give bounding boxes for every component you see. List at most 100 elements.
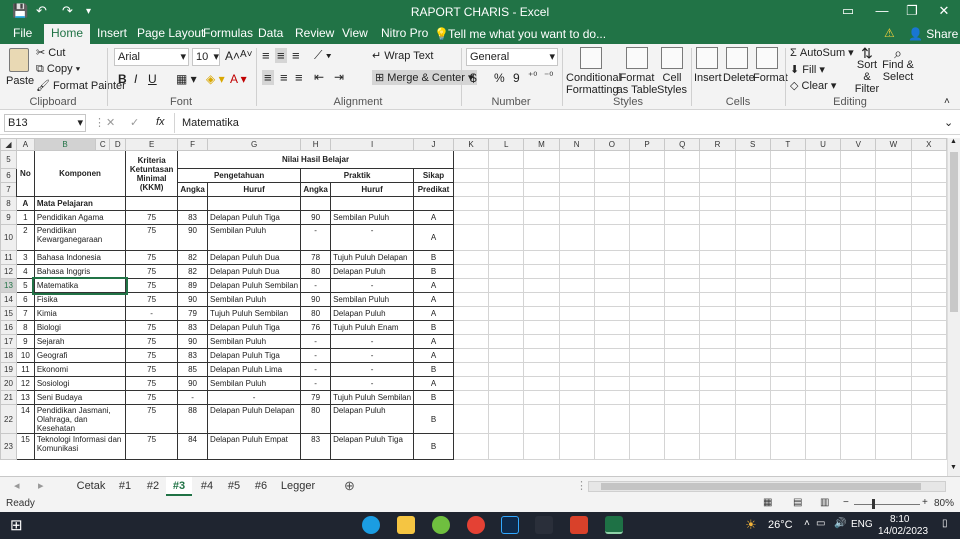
empty-cell[interactable] xyxy=(840,390,877,405)
cell-praktik-huruf[interactable]: Delapan Puluh Tiga xyxy=(330,433,415,460)
empty-cell[interactable] xyxy=(910,390,947,405)
empty-cell[interactable] xyxy=(699,362,736,377)
cell-komponen[interactable]: Teknologi Informasi dan Komunikasi xyxy=(33,433,127,460)
chrome-icon[interactable] xyxy=(467,516,485,534)
empty-cell[interactable] xyxy=(558,210,595,225)
volume-icon[interactable]: 🔊 xyxy=(834,518,846,529)
notification-icon[interactable]: ▯ xyxy=(942,518,948,529)
align-left-icon[interactable]: ≡ xyxy=(262,70,274,85)
empty-cell[interactable] xyxy=(840,404,877,434)
column-header-k[interactable]: K xyxy=(452,138,490,151)
cell-kkm[interactable]: 75 xyxy=(125,264,179,279)
empty-cell[interactable] xyxy=(875,250,912,265)
column-header-b[interactable]: B xyxy=(33,138,97,151)
empty-cell[interactable] xyxy=(734,362,771,377)
empty-cell[interactable] xyxy=(488,390,525,405)
sheet-tab-4[interactable]: #4 xyxy=(194,477,220,496)
clock-date[interactable]: 14/02/2023 xyxy=(878,526,928,537)
cell-praktik-angka[interactable]: 80 xyxy=(300,264,332,279)
empty-cell[interactable] xyxy=(558,404,595,434)
empty-cell[interactable] xyxy=(452,348,490,363)
cell-pengetahuan-angka[interactable]: 83 xyxy=(177,210,209,225)
empty-cell[interactable] xyxy=(804,404,842,434)
cell-no[interactable]: 3 xyxy=(15,250,35,265)
empty-cell[interactable] xyxy=(593,390,630,405)
empty-cell[interactable] xyxy=(699,390,736,405)
row-header[interactable]: 21 xyxy=(0,390,17,405)
sheet-tab-5[interactable]: #5 xyxy=(221,477,247,496)
cell-predikat[interactable]: A xyxy=(413,278,454,293)
empty-cell[interactable] xyxy=(875,278,912,293)
orientation-icon[interactable]: ⟋ ▾ xyxy=(314,48,332,63)
empty-cell[interactable] xyxy=(664,362,701,377)
autosum-button[interactable]: Σ AutoSum ▾ xyxy=(790,46,854,59)
empty-cell[interactable] xyxy=(628,292,666,307)
tab-view[interactable]: View xyxy=(335,24,375,44)
empty-cell[interactable] xyxy=(840,320,877,335)
format-as-table-button[interactable]: Format as Table xyxy=(616,47,658,96)
cell-komponen[interactable]: Bahasa Indonesia xyxy=(33,250,127,265)
cell-pengetahuan-angka[interactable]: 83 xyxy=(177,348,209,363)
cell-komponen[interactable]: Fisika xyxy=(33,292,127,307)
zoom-level[interactable]: 80% xyxy=(934,498,954,509)
empty-cell[interactable] xyxy=(734,433,771,460)
empty-cell[interactable] xyxy=(804,224,842,251)
cell-predikat[interactable]: B xyxy=(413,264,454,279)
cell-komponen[interactable]: Sosiologi xyxy=(33,376,127,391)
cell-praktik-huruf[interactable]: - xyxy=(330,224,415,251)
cell-predikat[interactable]: A xyxy=(413,306,454,321)
scroll-up-icon[interactable]: ▲ xyxy=(950,138,957,145)
header-kkm[interactable]: Kriteria Ketuntasan Minimal (KKM) xyxy=(125,150,179,197)
column-header-i[interactable]: I xyxy=(330,138,415,151)
empty-cell[interactable] xyxy=(875,306,912,321)
cell-kkm[interactable]: 75 xyxy=(125,334,179,349)
column-header-v[interactable]: V xyxy=(840,138,877,151)
empty-cell[interactable] xyxy=(523,210,560,225)
row-header[interactable]: 15 xyxy=(0,306,17,321)
empty-cell[interactable] xyxy=(628,404,666,434)
empty-cell[interactable] xyxy=(734,348,771,363)
empty-cell[interactable] xyxy=(875,320,912,335)
decrease-decimal-icon[interactable]: ⁻⁰ xyxy=(544,71,553,82)
empty-cell[interactable] xyxy=(558,320,595,335)
align-middle-icon[interactable]: ≡ xyxy=(275,48,287,63)
cell-praktik-huruf[interactable]: Delapan Puluh xyxy=(330,404,415,434)
empty-cell[interactable] xyxy=(452,210,490,225)
empty-cell[interactable] xyxy=(875,404,912,434)
enter-icon[interactable]: ✓ xyxy=(130,116,139,129)
row-header[interactable]: 14 xyxy=(0,292,17,307)
empty-cell[interactable] xyxy=(593,250,630,265)
cell-praktik-huruf[interactable]: Delapan Puluh xyxy=(330,306,415,321)
cell-komponen[interactable]: Seni Budaya xyxy=(33,390,127,405)
empty-cell[interactable] xyxy=(734,264,771,279)
row-header[interactable]: 19 xyxy=(0,362,17,377)
header-huruf-pengetahuan[interactable]: Huruf xyxy=(207,182,302,197)
clock-time[interactable]: 8:10 xyxy=(890,514,909,525)
cell-pengetahuan-huruf[interactable]: Sembilan Puluh xyxy=(207,292,302,307)
name-box[interactable]: B13 ▾ xyxy=(4,114,86,132)
empty-cell[interactable] xyxy=(558,250,595,265)
empty-cell[interactable] xyxy=(769,292,806,307)
file-explorer-icon[interactable] xyxy=(397,516,415,534)
empty-cell[interactable] xyxy=(910,292,947,307)
header-sikap[interactable]: Sikap xyxy=(413,168,454,183)
increase-indent-icon[interactable]: ⇥ xyxy=(334,70,344,84)
cell-komponen[interactable]: Kimia xyxy=(33,306,127,321)
zoom-out-icon[interactable]: − xyxy=(843,497,849,508)
decrease-indent-icon[interactable]: ⇤ xyxy=(314,70,324,84)
cell-praktik-huruf[interactable]: Sembilan Puluh xyxy=(330,210,415,225)
vertical-scrollbar[interactable]: ▲ ▼ xyxy=(947,138,960,476)
empty-cell[interactable] xyxy=(523,404,560,434)
column-header-f[interactable]: F xyxy=(177,138,209,151)
empty-cell[interactable] xyxy=(910,306,947,321)
empty-cell[interactable] xyxy=(840,292,877,307)
cell-predikat[interactable]: A xyxy=(413,334,454,349)
empty-cell[interactable] xyxy=(628,320,666,335)
empty-cell[interactable] xyxy=(628,348,666,363)
empty-cell[interactable] xyxy=(804,320,842,335)
cell-no[interactable]: 1 xyxy=(15,210,35,225)
cell-pengetahuan-huruf[interactable]: Delapan Puluh Delapan xyxy=(207,404,302,434)
empty-cell[interactable] xyxy=(699,250,736,265)
zoom-slider-thumb[interactable] xyxy=(872,499,875,509)
empty-cell[interactable] xyxy=(769,376,806,391)
